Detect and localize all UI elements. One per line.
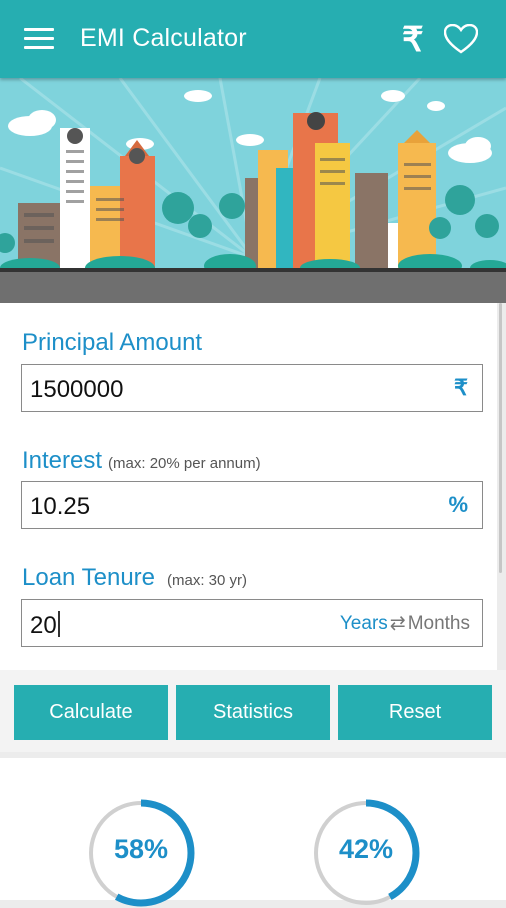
action-buttons: Calculate Statistics Reset [0, 670, 506, 752]
principal-share-ring: 58% [86, 798, 196, 908]
loan-tenure-value-wrap: 20 [30, 611, 60, 640]
principal-share-label: 58% [113, 834, 169, 864]
interest-label: Interest (max: 20% per annum) [22, 447, 261, 475]
loan-tenure-input[interactable]: 20 Years ⇄ Months [21, 599, 483, 647]
app-title: EMI Calculator [80, 24, 247, 52]
percent-unit-icon: % [448, 492, 468, 517]
reset-button[interactable]: Reset [338, 685, 492, 740]
principal-amount-value: 1500000 [30, 376, 124, 403]
interest-label-text: Interest [22, 447, 103, 474]
months-option[interactable]: Months [408, 613, 470, 634]
years-option[interactable]: Years [340, 613, 388, 634]
interest-hint: (max: 20% per annum) [108, 455, 261, 472]
calculate-button[interactable]: Calculate [14, 685, 168, 740]
swap-arrows-icon[interactable]: ⇄ [390, 613, 406, 634]
heart-icon[interactable] [443, 23, 479, 59]
rupee-unit-icon: ₹ [454, 375, 468, 400]
loan-input-form: Principal Amount 1500000 ₹ Interest (max:… [0, 303, 497, 670]
loan-tenure-label: Loan Tenure (max: 30 yr) [22, 564, 247, 592]
loan-tenure-value: 20 [30, 612, 57, 639]
interest-share-ring: 42% [311, 798, 421, 908]
city-skyline-banner [0, 78, 506, 303]
statistics-button[interactable]: Statistics [176, 685, 330, 740]
app-bar: EMI Calculator ₹ [0, 0, 506, 78]
tenure-unit-toggle[interactable]: Years ⇄ Months [340, 612, 470, 635]
interest-value: 10.25 [30, 493, 91, 520]
hamburger-menu-icon[interactable] [24, 28, 54, 50]
loan-tenure-label-text: Loan Tenure [22, 564, 156, 591]
rupee-icon[interactable]: ₹ [402, 20, 424, 60]
text-cursor [57, 611, 60, 637]
scrollbar[interactable] [499, 303, 502, 573]
interest-input[interactable]: 10.25 % [21, 481, 483, 529]
principal-amount-label: Principal Amount [22, 329, 203, 356]
interest-share-label: 42% [338, 834, 394, 864]
principal-amount-input[interactable]: 1500000 ₹ [21, 364, 483, 412]
loan-tenure-hint: (max: 30 yr) [167, 572, 248, 589]
result-stats: 58% 42% [0, 758, 506, 907]
